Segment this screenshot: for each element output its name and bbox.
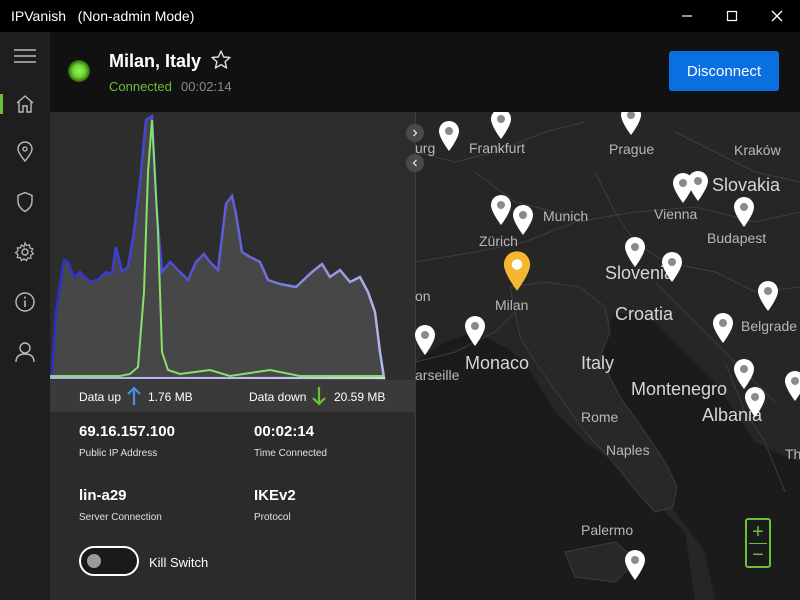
arrow-up-icon <box>127 386 141 405</box>
sidebar-item-security[interactable] <box>0 180 50 224</box>
public-ip-value: 69.16.157.100 <box>79 423 175 440</box>
zoom-out-button[interactable]: − <box>747 543 769 566</box>
window-title: IPVanish (Non-admin Mode) <box>11 8 195 24</box>
shield-icon <box>17 191 33 213</box>
zoom-controls: + − <box>745 518 771 568</box>
city-label-vienna: Vienna <box>654 206 698 222</box>
zoom-in-button[interactable]: + <box>747 520 769 543</box>
connection-status-indicator <box>68 60 90 82</box>
maximize-icon <box>726 10 738 22</box>
country-label-monaco: Monaco <box>465 353 530 373</box>
maximize-button[interactable] <box>709 0 755 32</box>
favorite-star-icon[interactable] <box>210 49 232 71</box>
server-pin-icon[interactable] <box>463 315 487 347</box>
collapse-panel-right-button[interactable] <box>406 124 424 142</box>
protocol-value: IKEv2 <box>254 487 296 504</box>
home-icon <box>16 95 34 113</box>
country-label-slovakia: Slovakia <box>712 175 781 195</box>
server-pin-icon[interactable] <box>415 324 437 356</box>
protocol-label: Protocol <box>254 512 291 523</box>
server-pin-icon[interactable] <box>489 112 513 140</box>
chevron-right-icon <box>413 129 418 137</box>
city-label-partial-marseille: arseille <box>415 367 460 383</box>
minimize-icon <box>682 15 692 17</box>
user-icon <box>15 342 35 363</box>
data-down-label: Data down <box>249 390 307 404</box>
sidebar-item-menu[interactable] <box>0 34 50 78</box>
city-label-milan: Milan <box>495 297 529 313</box>
city-label-frankfurt: Frankfurt <box>469 140 526 156</box>
stats-panel: Data up 1.76 MB Data down 20.59 MB 69.16… <box>50 112 415 600</box>
kill-switch-knob <box>87 554 101 568</box>
time-connected-label: Time Connected <box>254 448 327 459</box>
data-up-label: Data up <box>79 390 122 404</box>
server-pin-icon[interactable] <box>623 236 647 268</box>
connection-status: Connected <box>109 79 172 94</box>
country-label-montenegro: Montenegro <box>631 379 728 399</box>
country-label-croatia: Croatia <box>615 304 674 324</box>
sidebar-item-info[interactable] <box>0 280 50 324</box>
title-bar: IPVanish (Non-admin Mode) <box>0 0 800 32</box>
arrow-down-icon <box>312 387 326 406</box>
time-connected-value: 00:02:14 <box>254 423 315 440</box>
data-down-value: 20.59 MB <box>334 390 386 404</box>
chevron-left-icon <box>412 159 417 167</box>
download-area <box>50 113 386 380</box>
country-label-italy: Italy <box>581 353 615 373</box>
server-pin-icon[interactable] <box>623 549 647 581</box>
close-button[interactable] <box>754 0 800 32</box>
connected-location: Milan, Italy <box>109 51 202 71</box>
sidebar <box>0 32 50 600</box>
city-label-munich: Munich <box>543 208 589 224</box>
hamburger-icon <box>14 49 36 63</box>
server-pin-icon[interactable] <box>660 251 684 283</box>
server-pin-icon[interactable] <box>619 112 643 136</box>
disconnect-button[interactable]: Disconnect <box>669 51 779 91</box>
data-up-value: 1.76 MB <box>148 390 193 404</box>
city-label-belgrade: Belgrade <box>741 318 798 334</box>
city-label-krakow: Kraków <box>734 142 781 158</box>
sidebar-item-location[interactable] <box>0 130 50 174</box>
city-label-prague: Prague <box>609 141 655 157</box>
server-pin-icon[interactable] <box>489 194 513 226</box>
selected-server-pin-icon[interactable] <box>501 250 533 292</box>
info-icon <box>15 292 35 312</box>
city-label-partial-th: Th <box>785 446 800 462</box>
server-pin-icon[interactable] <box>686 170 710 202</box>
city-label-rome: Rome <box>581 409 619 425</box>
kill-switch-toggle[interactable] <box>79 546 139 576</box>
server-pin-icon[interactable] <box>756 280 780 312</box>
city-label-partial-on: on <box>415 288 431 304</box>
server-pin-icon[interactable] <box>437 120 461 152</box>
server-pin-icon[interactable] <box>783 370 800 402</box>
data-rate-bar: Data up 1.76 MB Data down 20.59 MB <box>50 380 415 412</box>
gear-icon <box>14 241 35 262</box>
server-pin-icon[interactable] <box>743 386 767 418</box>
close-icon <box>771 10 783 22</box>
city-label-budapest: Budapest <box>707 230 767 246</box>
collapse-panel-left-button[interactable] <box>406 154 424 172</box>
sidebar-item-account[interactable] <box>0 330 50 374</box>
server-pin-icon[interactable] <box>511 204 535 236</box>
location-pin-icon <box>17 141 33 163</box>
server-connection-value: lin-a29 <box>79 487 127 504</box>
server-pin-icon[interactable] <box>732 196 756 228</box>
minimize-button[interactable] <box>664 0 710 32</box>
city-label-naples: Naples <box>606 442 650 458</box>
city-label-palermo: Palermo <box>581 522 634 538</box>
kill-switch-label: Kill Switch <box>149 555 209 570</box>
sidebar-item-settings[interactable] <box>0 230 50 274</box>
connection-header: Milan, Italy Connected 00:02:14 Disconne… <box>50 32 800 112</box>
connection-timer: 00:02:14 <box>181 79 232 94</box>
traffic-graph <box>50 112 415 380</box>
server-pin-icon[interactable] <box>711 312 735 344</box>
sidebar-item-home[interactable] <box>0 82 50 126</box>
server-map[interactable]: Frankfurt Prague Kraków Munich Vienna Zü… <box>415 112 800 600</box>
public-ip-label: Public IP Address <box>79 448 158 459</box>
server-connection-label: Server Connection <box>79 512 162 523</box>
